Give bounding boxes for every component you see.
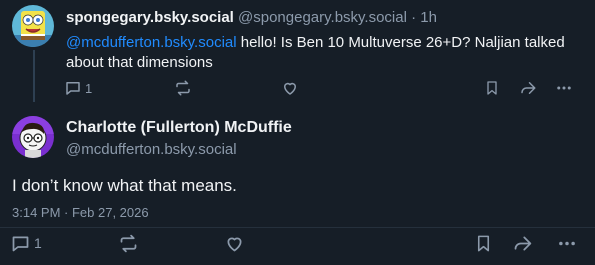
parent-repost-button[interactable] xyxy=(174,79,192,97)
author-display-name[interactable]: Charlotte (Fullerton) McDuffie xyxy=(66,119,292,137)
share-button[interactable] xyxy=(512,233,533,254)
like-icon xyxy=(284,82,296,95)
parent-bookmark-button[interactable] xyxy=(484,79,500,97)
parent-post-header: spongegary.bsky.social @spongegary.bsky.… xyxy=(66,9,437,26)
parent-reply-button[interactable]: 1 xyxy=(64,79,92,97)
share-icon xyxy=(521,82,536,94)
reply-count: 1 xyxy=(34,235,42,251)
author-avatar[interactable] xyxy=(12,116,54,158)
more-icon xyxy=(557,86,571,90)
more-button[interactable] xyxy=(556,233,578,254)
separator-dot: · xyxy=(411,9,417,26)
mention-link[interactable]: @mcdufferton.bsky.social xyxy=(66,34,237,51)
parent-avatar[interactable] xyxy=(12,5,54,47)
share-icon xyxy=(514,236,532,250)
thread-connector-line xyxy=(33,50,35,102)
divider xyxy=(0,227,595,228)
parent-reply-count: 1 xyxy=(85,80,93,96)
parent-post-text: @mcdufferton.bsky.social hello! Is Ben 1… xyxy=(66,33,566,73)
more-icon xyxy=(559,241,575,245)
reply-icon xyxy=(66,82,80,95)
repost-icon xyxy=(176,80,190,96)
reply-button[interactable]: 1 xyxy=(10,233,42,254)
author-handle[interactable]: @mcdufferton.bsky.social xyxy=(66,141,237,158)
parent-handle[interactable]: @spongegary.bsky.social xyxy=(238,9,407,26)
repost-button[interactable] xyxy=(118,233,139,254)
bookmark-icon xyxy=(487,81,497,95)
like-icon xyxy=(227,237,242,251)
parent-share-button[interactable] xyxy=(519,79,537,97)
parent-post-age[interactable]: 1h xyxy=(420,9,437,26)
bookmark-icon xyxy=(477,235,490,251)
post-timestamp[interactable]: 3:14 PM · Feb 27, 2026 xyxy=(12,205,149,220)
parent-action-row: 1 xyxy=(64,78,580,98)
repost-icon xyxy=(120,234,137,252)
post-text: I don’t know what that means. xyxy=(12,176,237,195)
parent-like-button[interactable] xyxy=(281,79,299,97)
parent-more-button[interactable] xyxy=(554,79,574,97)
parent-display-name[interactable]: spongegary.bsky.social xyxy=(66,9,234,26)
like-button[interactable] xyxy=(224,233,245,254)
bookmark-button[interactable] xyxy=(474,233,493,254)
post-action-row: 1 xyxy=(10,232,585,254)
reply-icon xyxy=(12,236,29,251)
